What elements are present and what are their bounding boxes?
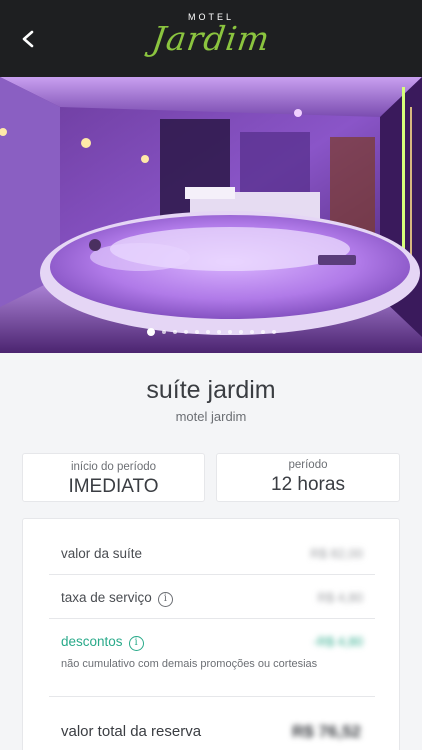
suite-photo	[0, 77, 422, 353]
carousel-dot[interactable]	[183, 330, 188, 334]
period-box[interactable]: período 12 horas	[216, 453, 400, 502]
discount-value: -R$ 4,80	[313, 634, 363, 649]
discount-label: descontos	[61, 634, 123, 649]
info-icon[interactable]: i	[157, 592, 173, 607]
period-value: 12 horas	[271, 474, 345, 495]
service-fee-label-group: taxa de serviço i	[61, 590, 173, 607]
period-start-label: início do período	[70, 461, 157, 473]
carousel-dot[interactable]	[161, 330, 166, 334]
carousel-dot[interactable]	[271, 330, 276, 334]
motel-name: motel jardim	[175, 409, 247, 424]
suite-title: suíte jardim	[146, 376, 276, 404]
carousel-dot[interactable]	[238, 330, 243, 334]
carousel-dot[interactable]	[146, 328, 155, 336]
carousel-dot[interactable]	[227, 330, 232, 334]
discount-note: não cumulativo com demais promoções ou c…	[61, 658, 318, 670]
total-value: R$ 76,52	[292, 722, 361, 741]
period-start-box[interactable]: início do período IMEDIATO	[22, 453, 205, 502]
carousel-dot[interactable]	[216, 330, 221, 334]
logo-main-text: Jardim	[149, 19, 273, 58]
divider	[49, 618, 375, 619]
back-button[interactable]	[14, 22, 44, 56]
carousel-dot[interactable]	[194, 330, 199, 334]
suite-price-value: R$ 82,00	[310, 546, 363, 561]
carousel-dot[interactable]	[205, 330, 210, 334]
motel-logo: MOTEL Jardim	[149, 8, 273, 70]
chevron-left-icon	[22, 30, 34, 48]
pricing-card: valor da suíte R$ 82,00 taxa de serviço i…	[22, 518, 400, 750]
period-label: período	[288, 459, 328, 471]
suite-photo-carousel[interactable]	[0, 77, 422, 353]
period-start-value: IMEDIATO	[68, 476, 159, 497]
carousel-dot[interactable]	[172, 330, 177, 334]
discount-label-group: descontos i	[61, 634, 144, 651]
carousel-indicators	[0, 326, 422, 338]
app-header: MOTEL Jardim	[0, 0, 422, 77]
suite-price-label: valor da suíte	[61, 546, 143, 561]
divider	[49, 696, 375, 697]
service-fee-label: taxa de serviço	[61, 590, 152, 605]
total-label: valor total da reserva	[61, 723, 202, 740]
carousel-dot[interactable]	[260, 330, 265, 334]
divider	[49, 574, 375, 575]
discount-info-icon[interactable]: i	[128, 636, 144, 651]
service-fee-value: R$ 4,80	[317, 590, 363, 605]
carousel-dot[interactable]	[249, 330, 254, 334]
